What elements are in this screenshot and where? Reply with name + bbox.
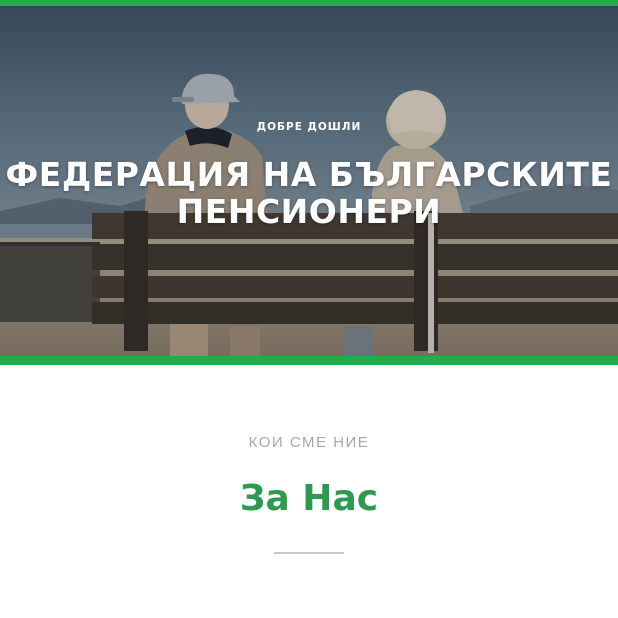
- hero-title: ФЕДЕРАЦИЯ НА БЪЛГАРСКИТЕ ПЕНСИОНЕРИ: [0, 156, 618, 230]
- hero-title-line-2: ПЕНСИОНЕРИ: [176, 192, 442, 231]
- hero-subtitle: ДОБРЕ ДОШЛИ: [256, 121, 362, 133]
- hero-banner: ДОБРЕ ДОШЛИ ФЕДЕРАЦИЯ НА БЪЛГАРСКИТЕ ПЕН…: [0, 6, 618, 356]
- about-divider: [274, 552, 344, 554]
- about-kicker: КОИ СМЕ НИЕ: [248, 434, 370, 451]
- hero-bottom-accent-bar: [0, 356, 618, 365]
- hero-title-line-1: ФЕДЕРАЦИЯ НА БЪЛГАРСКИТЕ: [5, 155, 613, 194]
- about-heading: За Нас: [239, 478, 379, 519]
